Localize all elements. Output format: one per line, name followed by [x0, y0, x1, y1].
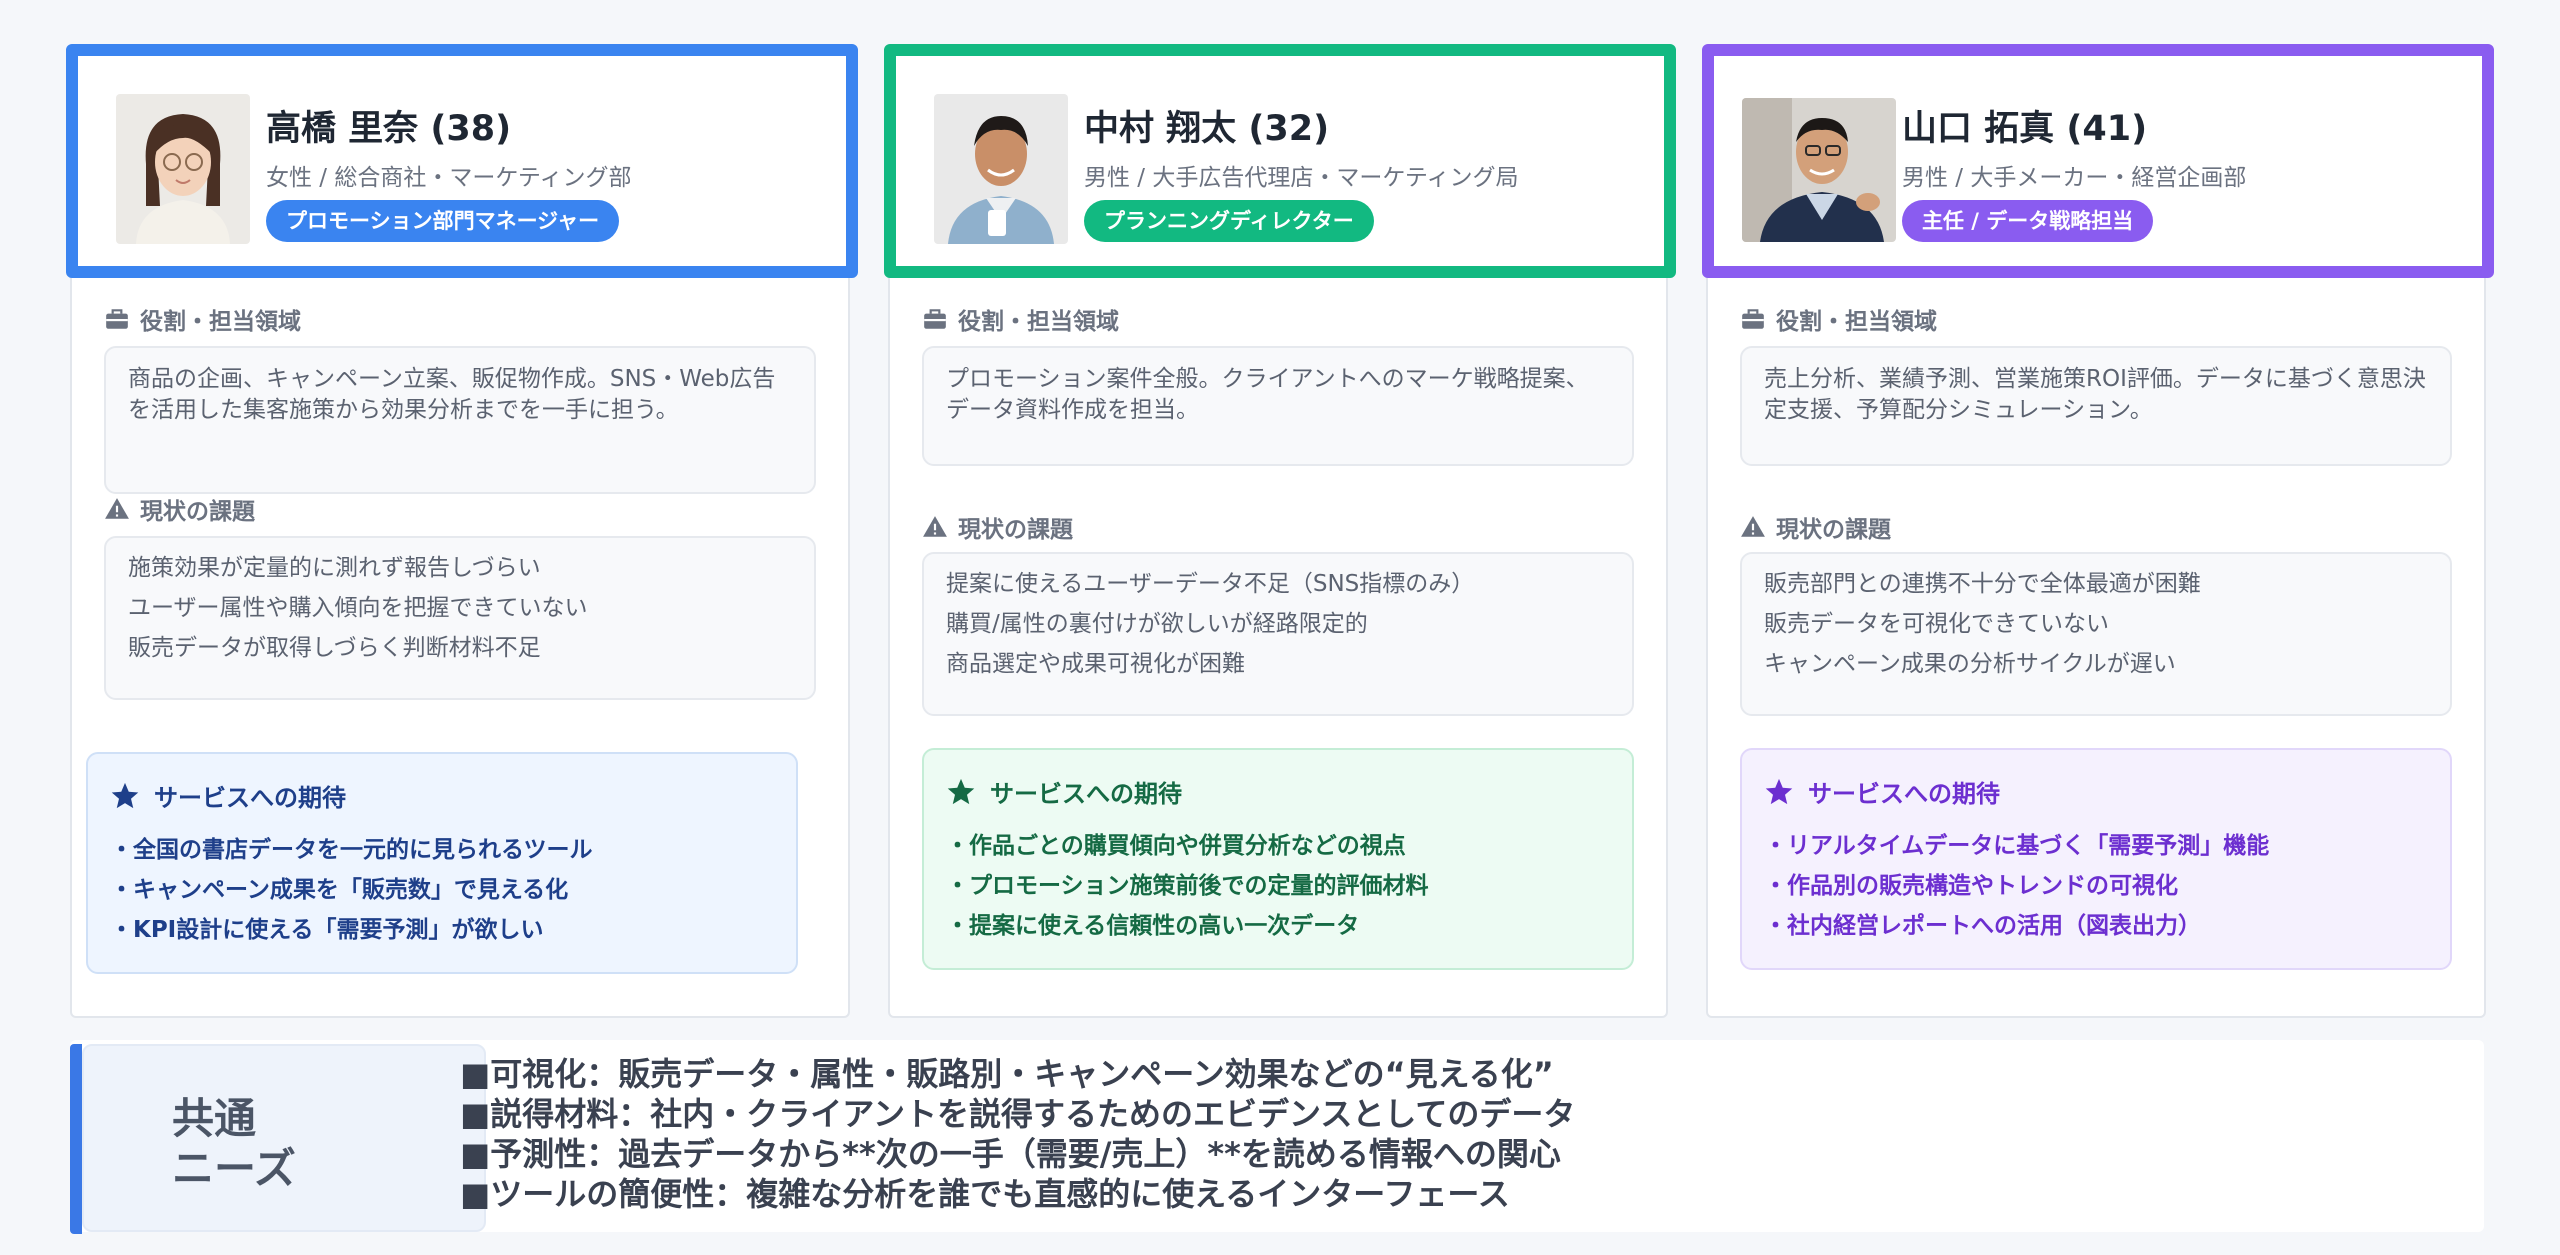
briefcase-icon	[1742, 309, 1764, 329]
avatar	[934, 94, 1068, 244]
role-badge: 主任 / データ戦略担当	[1902, 200, 2154, 242]
issues-box: 販売部門との連携不十分で全体最適が困難 販売データを可視化できていない キャンペ…	[1740, 552, 2452, 716]
issues-label-text: 現状の課題	[958, 517, 1073, 543]
issues-box: 施策効果が定量的に測れず報告しづらい ユーザー属性や購入傾向を把握できていない …	[104, 536, 816, 700]
issue-item: 提案に使えるユーザーデータ不足（SNS指標のみ）	[946, 571, 1475, 597]
person-name: 高橋 里奈 (38)	[266, 109, 512, 149]
expectation-item: ・作品ごとの購買傾向や併買分析などの視点	[946, 833, 1406, 859]
expectations-box: サービスへの期待 ・全国の書店データを一元的に見られるツール ・キャンペーン成果…	[86, 752, 798, 974]
persona-card-nakamura: 中村 翔太 (32) 男性 / 大手広告代理店・マーケティング局 プランニングデ…	[884, 44, 1676, 1018]
role-section-label: 役割・担当領域	[922, 302, 1119, 336]
expectation-item: ・社内経営レポートへの活用（図表出力）	[1764, 913, 2201, 939]
card-header: 山口 拓真 (41) 男性 / 大手メーカー・経営企画部 主任 / データ戦略担…	[1702, 44, 2494, 278]
needs-accent-bar	[70, 1044, 82, 1234]
issue-item: 購買/属性の裏付けが欲しいが経路限定的	[946, 611, 1368, 637]
expectation-item: ・提案に使える信頼性の高い一次データ	[946, 913, 1360, 939]
role-section-label: 役割・担当領域	[1740, 302, 1937, 336]
issues-section-label: 現状の課題	[104, 492, 255, 526]
role-text-box: 商品の企画、キャンペーン立案、販促物作成。SNS・Web広告を活用した集客施策か…	[104, 346, 816, 494]
expectation-item: ・KPI設計に使える「需要予測」が欲しい	[110, 917, 544, 943]
expectations-box: サービスへの期待 ・作品ごとの購買傾向や併買分析などの視点 ・プロモーション施策…	[922, 748, 1634, 970]
expectations-title: サービスへの期待	[1764, 774, 2000, 809]
issue-item: ユーザー属性や購入傾向を把握できていない	[128, 595, 588, 621]
role-text-box: 売上分析、業績予測、営業施策ROI評価。データに基づく意思決定支援、予算配分シミ…	[1740, 346, 2452, 466]
warning-triangle-icon	[1741, 516, 1765, 537]
expectation-item: ・リアルタイムデータに基づく「需要予測」機能	[1764, 833, 2270, 859]
expectations-title: サービスへの期待	[110, 778, 346, 813]
role-text-box: プロモーション案件全般。クライアントへのマーケ戦略提案、データ資料作成を担当。	[922, 346, 1634, 466]
expectations-list: ・作品ごとの購買傾向や併買分析などの視点 ・プロモーション施策前後での定量的評価…	[946, 826, 1429, 946]
issue-item: キャンペーン成果の分析サイクルが遅い	[1764, 651, 2176, 677]
expectations-title-text: サービスへの期待	[1808, 780, 2000, 808]
expectation-item: ・プロモーション施策前後での定量的評価材料	[946, 873, 1429, 899]
role-badge: プランニングディレクター	[1084, 200, 1374, 242]
expectation-item: ・作品別の販売構造やトレンドの可視化	[1764, 873, 2178, 899]
common-needs-panel: 共通 ニーズ ■可視化：販売データ・属性・販路別・キャンペーン効果などの“見える…	[70, 1040, 2484, 1234]
role-label-text: 役割・担当領域	[1776, 309, 1937, 335]
needs-label: 共通 ニーズ	[172, 1094, 296, 1194]
expectation-item: ・全国の書店データを一元的に見られるツール	[110, 837, 593, 863]
expectations-title-text: サービスへの期待	[154, 784, 346, 812]
issue-item: 販売部門との連携不十分で全体最適が困難	[1764, 571, 2201, 597]
person-name: 中村 翔太 (32)	[1084, 109, 1330, 149]
role-label-text: 役割・担当領域	[958, 309, 1119, 335]
issues-section-label: 現状の課題	[922, 510, 1073, 544]
person-affiliation: 男性 / 大手メーカー・経営企画部	[1902, 165, 2247, 191]
issue-item: 販売データを可視化できていない	[1764, 611, 2109, 637]
expectations-title-text: サービスへの期待	[990, 780, 1182, 808]
persona-card-takahashi: 高橋 里奈 (38) 女性 / 総合商社・マーケティング部 プロモーション部門マ…	[66, 44, 858, 1018]
issue-item: 商品選定や成果可視化が困難	[946, 651, 1245, 677]
card-header: 高橋 里奈 (38) 女性 / 総合商社・マーケティング部 プロモーション部門マ…	[66, 44, 858, 278]
issue-item: 販売データが取得しづらく判断材料不足	[128, 635, 541, 661]
needs-label-line2: ニーズ	[172, 1144, 296, 1193]
needs-label-box: 共通 ニーズ	[82, 1044, 486, 1232]
expectation-item: ・キャンペーン成果を「販売数」で見える化	[110, 877, 569, 903]
role-badge: プロモーション部門マネージャー	[266, 200, 620, 242]
need-item: ■可視化：販売データ・属性・販路別・キャンペーン効果などの“見える化”	[460, 1055, 1554, 1093]
need-item: ■説得材料：社内・クライアントを説得するためのエビデンスとしてのデータ	[460, 1095, 1576, 1133]
issues-label-text: 現状の課題	[140, 499, 255, 525]
persona-card-yamaguchi: 山口 拓真 (41) 男性 / 大手メーカー・経営企画部 主任 / データ戦略担…	[1702, 44, 2494, 1018]
star-icon	[1765, 778, 1793, 804]
warning-triangle-icon	[105, 498, 129, 519]
star-icon	[947, 778, 975, 804]
issue-item: 施策効果が定量的に測れず報告しづらい	[128, 555, 541, 581]
issues-box: 提案に使えるユーザーデータ不足（SNS指標のみ） 購買/属性の裏付けが欲しいが経…	[922, 552, 1634, 716]
avatar	[1742, 98, 1896, 242]
warning-triangle-icon	[923, 516, 947, 537]
need-item: ■予測性：過去データから**次の一手（需要/売上）**を読める情報への関心	[460, 1135, 1561, 1173]
card-header: 中村 翔太 (32) 男性 / 大手広告代理店・マーケティング局 プランニングデ…	[884, 44, 1676, 278]
role-section-label: 役割・担当領域	[104, 302, 301, 336]
person-affiliation: 女性 / 総合商社・マーケティング部	[266, 165, 632, 191]
person-affiliation: 男性 / 大手広告代理店・マーケティング局	[1084, 165, 1519, 191]
role-label-text: 役割・担当領域	[140, 309, 301, 335]
briefcase-icon	[106, 309, 128, 329]
issues-label-text: 現状の課題	[1776, 517, 1891, 543]
expectations-list: ・リアルタイムデータに基づく「需要予測」機能 ・作品別の販売構造やトレンドの可視…	[1764, 826, 2269, 946]
expectations-list: ・全国の書店データを一元的に見られるツール ・キャンペーン成果を「販売数」で見え…	[110, 830, 593, 950]
expectations-box: サービスへの期待 ・リアルタイムデータに基づく「需要予測」機能 ・作品別の販売構…	[1740, 748, 2452, 970]
avatar	[116, 94, 250, 244]
needs-label-line1: 共通	[172, 1094, 257, 1143]
briefcase-icon	[924, 309, 946, 329]
person-name: 山口 拓真 (41)	[1902, 109, 2148, 149]
expectations-title: サービスへの期待	[946, 774, 1182, 809]
issues-section-label: 現状の課題	[1740, 510, 1891, 544]
need-item: ■ツールの簡便性：複雑な分析を誰でも直感的に使えるインターフェース	[460, 1175, 1510, 1213]
needs-list: ■可視化：販売データ・属性・販路別・キャンペーン効果などの“見える化” ■説得材…	[460, 1054, 1575, 1214]
persona-page: 高橋 里奈 (38) 女性 / 総合商社・マーケティング部 プロモーション部門マ…	[0, 0, 2560, 1255]
star-icon	[111, 782, 139, 808]
